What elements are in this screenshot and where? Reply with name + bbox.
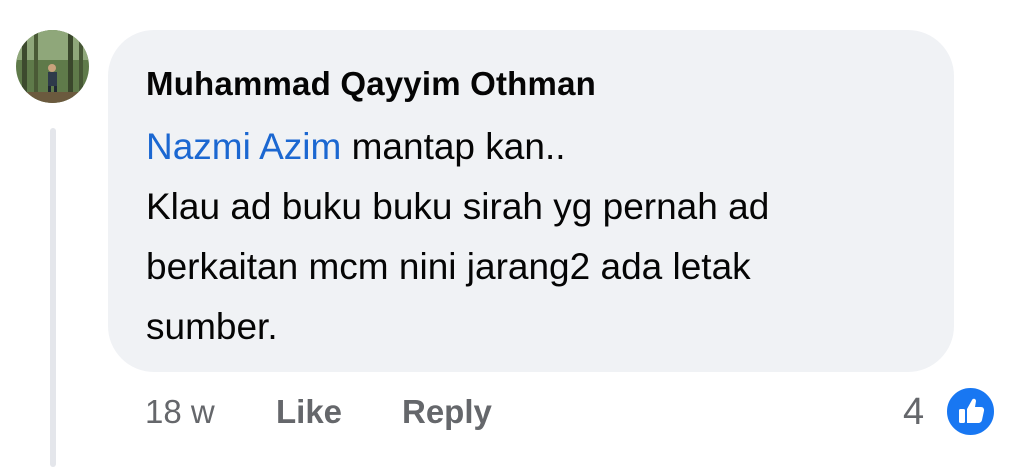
comment-line-3: berkaitan mcm nini jarang2 ada letak: [146, 246, 751, 287]
comment-actions: 18 w Like Reply 4: [0, 390, 1016, 434]
thumbs-up-icon[interactable]: [945, 386, 996, 437]
reply-button[interactable]: Reply: [402, 390, 492, 434]
comment-text: Nazmi Azim mantap kan.. Klau ad buku buk…: [146, 117, 924, 357]
comment-text-segment: mantap kan..: [341, 126, 566, 167]
comment-line-4: sumber.: [146, 306, 278, 347]
like-button[interactable]: Like: [276, 390, 342, 434]
mention-link[interactable]: Nazmi Azim: [146, 126, 341, 167]
timestamp[interactable]: 18 w: [145, 390, 215, 434]
avatar[interactable]: [16, 30, 89, 103]
reaction-count[interactable]: 4: [903, 390, 924, 434]
comment-author[interactable]: Muhammad Qayyim Othman: [146, 64, 924, 104]
comment-thread: Muhammad Qayyim Othman Nazmi Azim mantap…: [0, 0, 1016, 467]
comment-line-1: Nazmi Azim mantap kan..: [146, 117, 924, 177]
comment-line-2: Klau ad buku buku sirah yg pernah ad: [146, 186, 770, 227]
profile-photo-icon: [16, 30, 89, 103]
comment-bubble: Muhammad Qayyim Othman Nazmi Azim mantap…: [108, 30, 954, 372]
